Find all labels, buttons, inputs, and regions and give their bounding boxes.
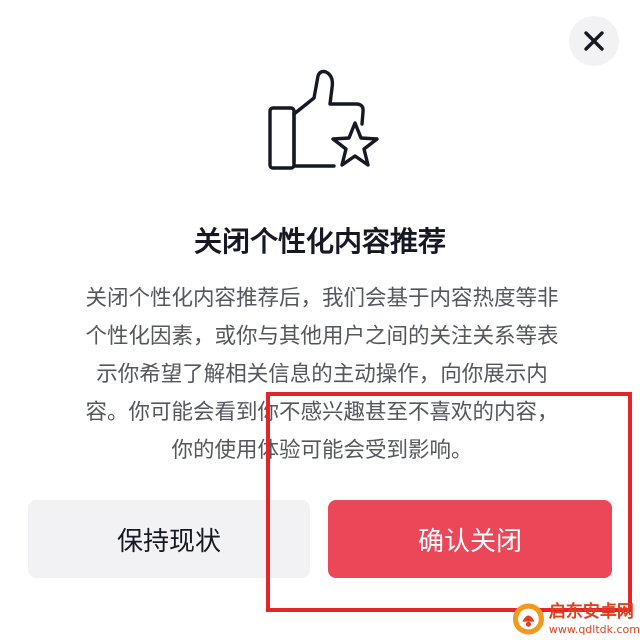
thumbs-up-star-icon: [268, 69, 379, 170]
description-line: 关闭个性化内容推荐后，我们会基于内容热度等非: [85, 286, 559, 311]
close-button[interactable]: [569, 16, 619, 66]
site-watermark: 启东安卓网 www.qdltdk.com: [512, 598, 640, 640]
watermark-url: www.qdltdk.com: [548, 622, 640, 636]
watermark-name: 启东安卓网: [548, 601, 634, 622]
watermark-logo-icon: [512, 603, 544, 635]
description-line: 示你希望了解相关信息的主动操作，向你展示内: [96, 362, 548, 387]
annotation-highlight-box: [266, 392, 632, 612]
description-line: 个性化因素，或你与其他用户之间的关注关系等表: [85, 324, 559, 349]
close-icon: [584, 31, 604, 51]
keep-current-button-label: 保持现状: [116, 526, 221, 557]
dialog-title: 关闭个性化内容推荐: [193, 225, 446, 258]
